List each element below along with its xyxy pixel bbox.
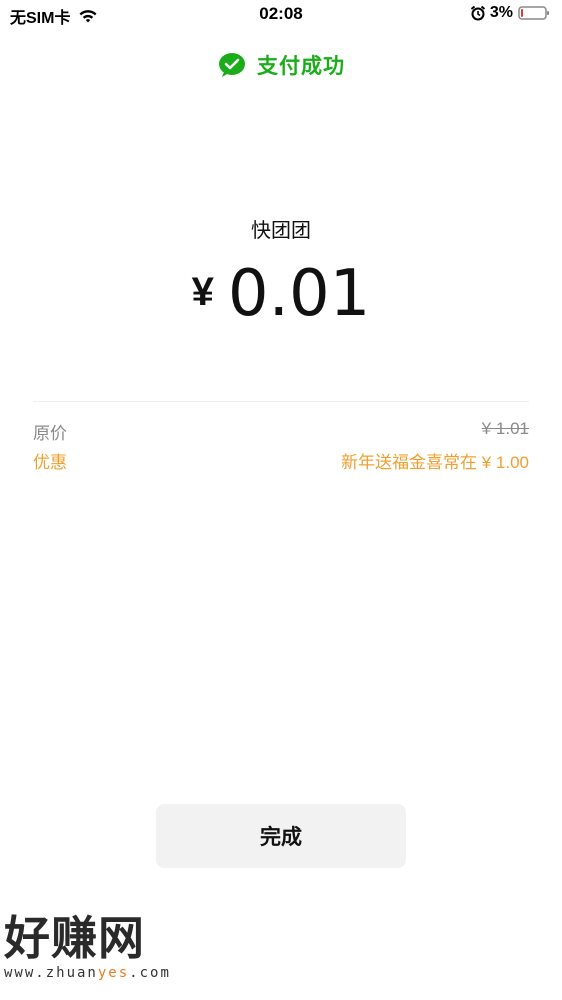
battery-icon: [518, 6, 549, 20]
divider: [33, 401, 529, 402]
done-button[interactable]: 完成: [156, 804, 406, 868]
site-watermark: 好赚网 www.zhuanyes.com: [4, 915, 171, 981]
merchant-name: 快团团: [251, 220, 311, 242]
watermark-url-highlight: yes: [97, 965, 130, 981]
status-bar: 无SIM卡 02:08 3%: [0, 0, 562, 28]
watermark-url-prefix: www.zhuan: [4, 965, 98, 981]
payment-amount: 0.01: [227, 257, 371, 331]
discount-value: 新年送福金喜常在 ¥ 1.00: [341, 453, 529, 472]
watermark-url-suffix: .com: [129, 965, 171, 981]
watermark-title: 好赚网: [4, 912, 145, 964]
battery-percent: 3%: [489, 4, 513, 21]
original-price-value: ¥ 1.01: [481, 419, 529, 438]
original-price-row: 原价 ¥ 1.01: [33, 419, 529, 444]
currency-symbol: ¥: [191, 270, 214, 314]
wechat-pay-icon: [219, 53, 245, 77]
payment-status-label: 支付成功: [257, 55, 345, 78]
amount-row: ¥ 0.01: [0, 262, 562, 326]
alarm-icon: [470, 5, 486, 21]
payment-success-header: 支付成功: [0, 50, 562, 80]
original-price-label: 原价: [33, 424, 67, 443]
status-right-group: 3%: [470, 4, 550, 22]
watermark-url: www.zhuanyes.com: [4, 965, 171, 981]
discount-label: 优惠: [33, 453, 67, 472]
discount-row: 优惠 新年送福金喜常在 ¥ 1.00: [33, 448, 529, 473]
